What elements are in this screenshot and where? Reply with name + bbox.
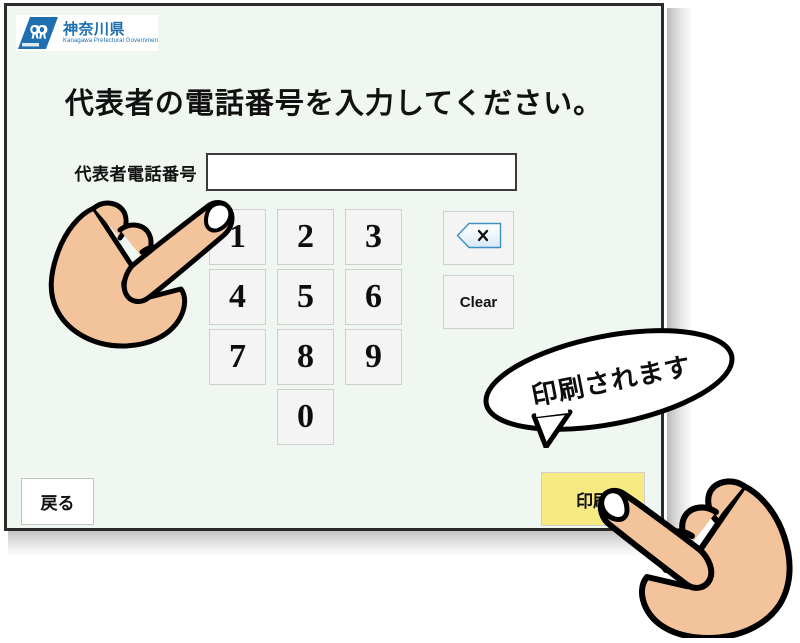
- keypad-key-3[interactable]: 3: [345, 209, 402, 265]
- screen-shadow-right: [667, 8, 693, 536]
- kanagawa-prefecture-logo-icon: [16, 15, 60, 51]
- keypad-key-7[interactable]: 7: [209, 329, 266, 385]
- kanagawa-logo: 神奈川県 Kanagawa Prefectural Government: [16, 15, 158, 51]
- keypad-key-9[interactable]: 9: [345, 329, 402, 385]
- print-button[interactable]: 印刷: [541, 472, 645, 526]
- numeric-keypad: 1 2 3 4 5 6 7 8 9 0: [209, 209, 414, 445]
- backspace-button[interactable]: [443, 211, 514, 265]
- phone-field-label: 代表者電話番号: [74, 165, 197, 184]
- logo-name-en: Kanagawa Prefectural Government: [63, 38, 158, 44]
- logo-name-jp: 神奈川県: [63, 21, 126, 38]
- back-button[interactable]: 戻る: [21, 478, 94, 525]
- kiosk-screen: 神奈川県 Kanagawa Prefectural Government 代表者…: [4, 3, 664, 531]
- backspace-delete-icon: [456, 222, 502, 254]
- clear-button[interactable]: Clear: [443, 275, 514, 329]
- keypad-key-2[interactable]: 2: [277, 209, 334, 265]
- keypad-key-8[interactable]: 8: [277, 329, 334, 385]
- screen-shadow-bottom: [8, 531, 693, 557]
- keypad-key-4[interactable]: 4: [209, 269, 266, 325]
- keypad-key-0[interactable]: 0: [277, 389, 334, 445]
- page-title: 代表者の電話番号を入力してください。: [64, 88, 604, 120]
- keypad-key-1[interactable]: 1: [209, 209, 266, 265]
- keypad-key-5[interactable]: 5: [277, 269, 334, 325]
- keypad-key-6[interactable]: 6: [345, 269, 402, 325]
- phone-number-input[interactable]: [206, 153, 517, 191]
